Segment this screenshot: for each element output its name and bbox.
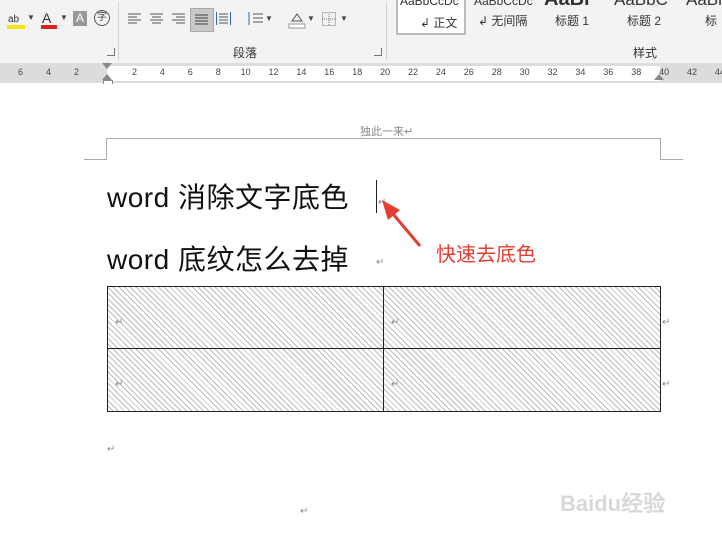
style-preview: AaBbCcDc bbox=[400, 0, 459, 8]
group-label-paragraph: 段落 bbox=[233, 46, 258, 60]
ruler-tick: 4 bbox=[46, 67, 52, 77]
style-heading-2[interactable]: 标题 2 bbox=[627, 12, 661, 29]
chevron-down-icon[interactable]: ▼ bbox=[265, 14, 273, 23]
ruler-tick: 14 bbox=[296, 67, 307, 77]
table-cell[interactable] bbox=[107, 348, 385, 412]
ruler-tick: 6 bbox=[187, 67, 193, 77]
margin-corner-right bbox=[660, 138, 683, 160]
horizontal-ruler[interactable]: 6 4 2 2 4 6 8 10 12 14 16 18 20 22 24 26 28 30 32 34 36 38… bbox=[0, 63, 722, 87]
margin-corner-left bbox=[84, 138, 107, 160]
ruler-tick: 26 bbox=[463, 67, 474, 77]
paragraph-mark: ↵ bbox=[376, 257, 385, 268]
ruler-tick: 36 bbox=[603, 67, 614, 77]
style-title[interactable]: 标 bbox=[705, 12, 717, 29]
ruler-tick: 18 bbox=[352, 67, 363, 77]
chevron-down-icon[interactable]: ▼ bbox=[60, 13, 68, 22]
ruler-tick: 30 bbox=[519, 67, 530, 77]
indent-marker-icon[interactable] bbox=[102, 63, 112, 69]
align-left-icon[interactable] bbox=[128, 13, 142, 28]
divider bbox=[118, 2, 119, 60]
document-canvas[interactable]: 独此一来↵ word 消除文字底色 ↵ word 底纹怎么去掉 ↵ 快速去底色 … bbox=[0, 84, 722, 558]
ruler-tick: 12 bbox=[268, 67, 279, 77]
divider bbox=[386, 2, 387, 60]
ruler-tick: 34 bbox=[575, 67, 586, 77]
char-shading-icon[interactable]: A bbox=[73, 11, 87, 26]
style-heading-1[interactable]: 标题 1 bbox=[555, 12, 589, 29]
table-cell[interactable] bbox=[107, 286, 385, 350]
style-normal[interactable]: AaBbCcDc ↲ 正文 bbox=[396, 0, 466, 35]
ruler-tick: 4 bbox=[159, 67, 165, 77]
cell-end-mark: ↵ bbox=[115, 379, 124, 390]
chevron-down-icon[interactable]: ▼ bbox=[27, 13, 35, 22]
row-end-mark: ↵ bbox=[662, 379, 671, 390]
ruler-tick: 20 bbox=[380, 67, 391, 77]
annotation-arrow-icon bbox=[382, 200, 422, 247]
ruler-tick: 22 bbox=[408, 67, 419, 77]
font-color-icon[interactable]: A bbox=[40, 10, 60, 33]
doc-line-1[interactable]: word 消除文字底色 bbox=[107, 176, 349, 216]
ribbon: ab ▼ A ▼ A 字 ▼ ▼ ▼ 段落 AaBbCcDc ↲ 正文 AaBb… bbox=[0, 0, 722, 64]
font-dialog-launcher-icon[interactable] bbox=[107, 48, 115, 56]
highlight-icon[interactable]: ab bbox=[6, 11, 28, 34]
enclose-char-icon[interactable]: 字 bbox=[94, 10, 110, 26]
watermark: Baidu经验 bbox=[560, 491, 666, 516]
style-preview: AaBl bbox=[544, 0, 590, 11]
justify-icon[interactable] bbox=[190, 8, 214, 32]
align-center-icon[interactable] bbox=[150, 13, 164, 28]
cell-end-mark: ↵ bbox=[115, 317, 124, 328]
chevron-down-icon[interactable]: ▼ bbox=[307, 14, 315, 23]
cell-end-mark: ↵ bbox=[391, 379, 400, 390]
doc-line-2[interactable]: word 底纹怎么去掉 bbox=[107, 238, 349, 278]
ruler-tick: 16 bbox=[324, 67, 335, 77]
ruler-tick: 28 bbox=[491, 67, 502, 77]
style-preview: AaBbCcDc bbox=[474, 0, 533, 8]
style-preview: AaBl bbox=[686, 0, 722, 10]
style-normal-label: ↲ 正文 bbox=[420, 16, 458, 30]
align-right-icon[interactable] bbox=[172, 13, 186, 28]
paragraph-mark: ↵ bbox=[300, 506, 309, 517]
ruler-tick: 44 bbox=[714, 67, 722, 77]
borders-icon[interactable] bbox=[322, 12, 336, 29]
ruler-tick: 32 bbox=[547, 67, 558, 77]
ruler-tick: 8 bbox=[215, 67, 221, 77]
ruler-tick: 6 bbox=[18, 67, 24, 77]
ruler-tick: 42 bbox=[687, 67, 698, 77]
table-cell[interactable] bbox=[383, 348, 661, 412]
ruler-tick: 2 bbox=[132, 67, 138, 77]
paragraph-dialog-launcher-icon[interactable] bbox=[374, 48, 382, 56]
distributed-icon[interactable] bbox=[216, 12, 232, 29]
line-spacing-icon[interactable] bbox=[246, 12, 264, 29]
cell-end-mark: ↵ bbox=[391, 317, 400, 328]
chevron-down-icon[interactable]: ▼ bbox=[340, 14, 348, 23]
svg-text:ab: ab bbox=[8, 14, 20, 25]
row-end-mark: ↵ bbox=[662, 317, 671, 328]
header-text: 独此一来↵ bbox=[360, 126, 414, 138]
ruler-tick: 2 bbox=[74, 67, 80, 77]
style-no-spacing[interactable]: ↲ 无间隔 bbox=[478, 12, 527, 29]
shading-icon[interactable] bbox=[288, 11, 306, 32]
ruler-tick: 10 bbox=[240, 67, 251, 77]
ruler-tick: 24 bbox=[435, 67, 446, 77]
style-preview: AaBbC bbox=[614, 0, 668, 10]
svg-text:A: A bbox=[42, 10, 52, 26]
table-cell[interactable] bbox=[383, 286, 661, 350]
indent-marker-icon[interactable] bbox=[654, 74, 664, 80]
header-rule bbox=[107, 138, 660, 139]
ruler-tick: 38 bbox=[631, 67, 642, 77]
group-label-styles: 样式 bbox=[633, 46, 658, 60]
paragraph-mark: ↵ bbox=[107, 444, 116, 455]
annotation-label: 快速去底色 bbox=[436, 244, 536, 266]
